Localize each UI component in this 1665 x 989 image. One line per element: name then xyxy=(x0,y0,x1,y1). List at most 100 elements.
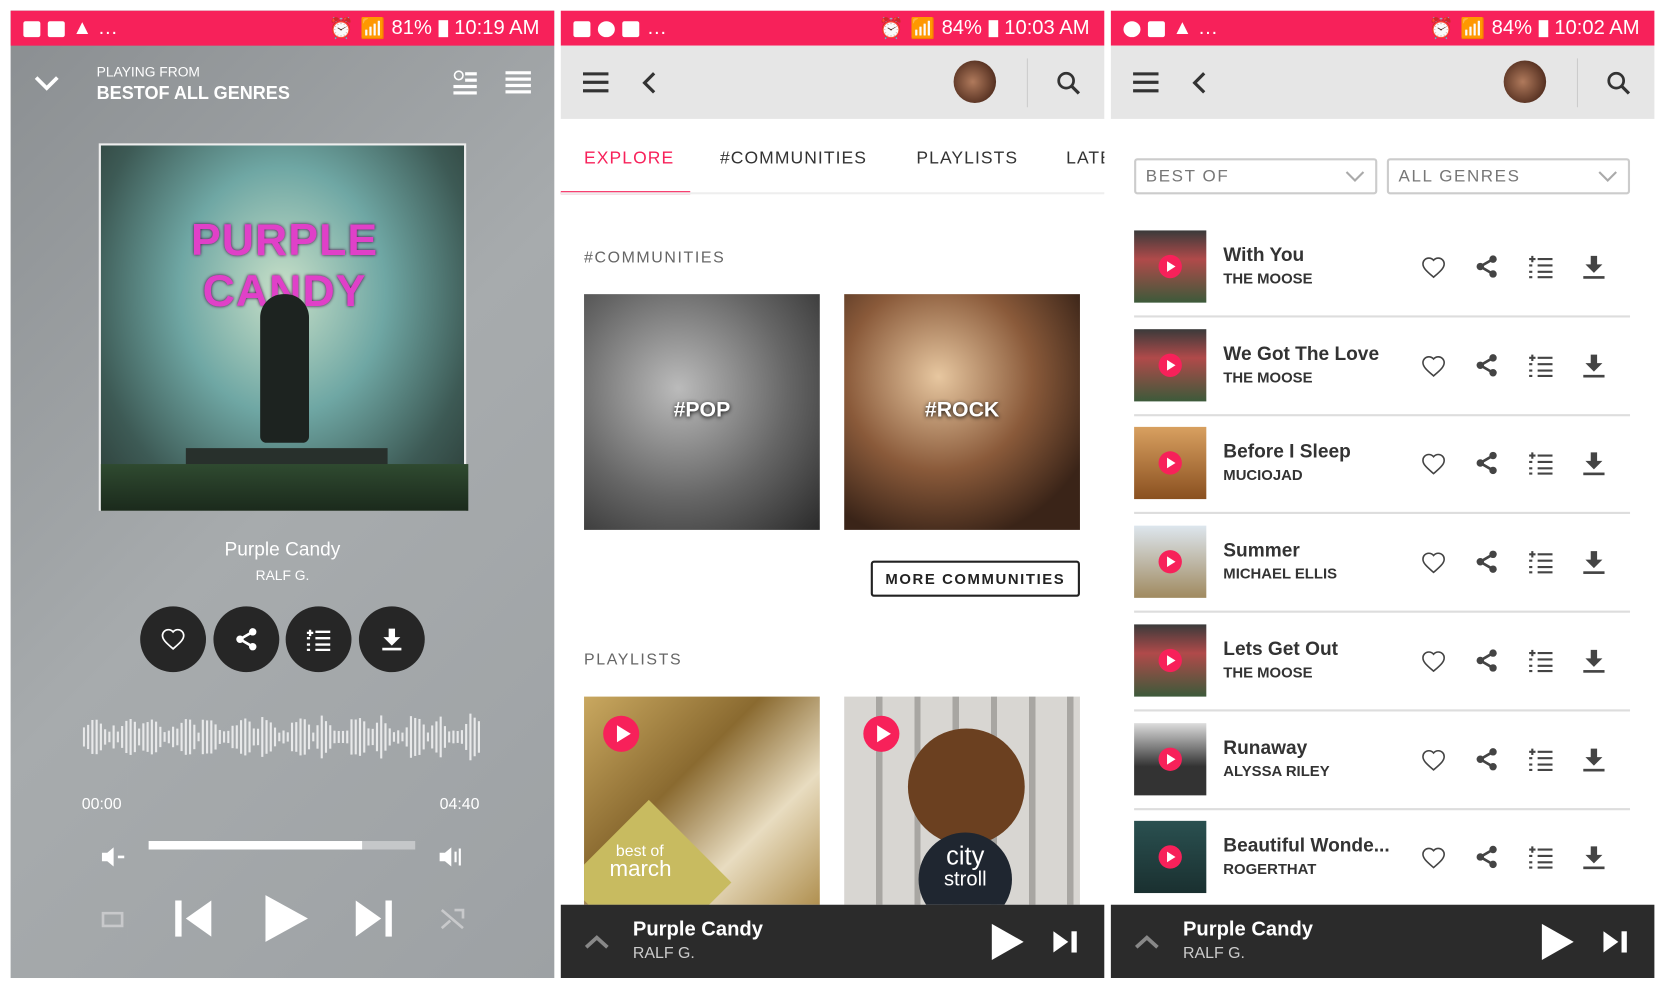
share-button[interactable] xyxy=(213,606,280,673)
download-icon[interactable] xyxy=(1581,844,1606,870)
community-tile-pop[interactable]: #POP xyxy=(584,294,820,530)
share-icon[interactable] xyxy=(1474,844,1499,869)
user-avatar[interactable] xyxy=(1503,60,1547,104)
add-to-queue-button[interactable] xyxy=(285,606,352,673)
play-icon[interactable] xyxy=(990,922,1026,962)
track-row[interactable]: Runaway ALYSSA RILEY xyxy=(1134,711,1631,810)
tab-explore[interactable]: EXPLORE xyxy=(584,149,674,169)
download-button[interactable] xyxy=(358,606,425,673)
search-icon[interactable] xyxy=(1057,71,1080,95)
track-row[interactable]: Summer MICHAEL ELLIS xyxy=(1134,514,1631,613)
waveform-seekbar[interactable] xyxy=(82,706,482,768)
track-thumbnail[interactable] xyxy=(1134,525,1207,598)
heart-icon[interactable] xyxy=(1420,648,1448,673)
track-row[interactable]: With You THE MOOSE xyxy=(1134,219,1631,318)
share-icon[interactable] xyxy=(1474,451,1499,476)
more-communities-button[interactable]: MORE COMMUNITIES xyxy=(870,560,1080,597)
add-to-queue-icon[interactable] xyxy=(1528,254,1553,279)
back-arrow-icon[interactable] xyxy=(641,71,656,94)
favorite-button[interactable] xyxy=(140,606,207,673)
track-thumbnail[interactable] xyxy=(1134,328,1207,402)
track-row[interactable]: Beautiful Wonde... ROGERTHAT xyxy=(1134,809,1631,909)
play-playlist-icon[interactable] xyxy=(603,715,640,752)
tab-playlists[interactable]: PLAYLISTS xyxy=(916,149,1018,169)
play-track-icon[interactable] xyxy=(1158,845,1182,869)
waveform-bar xyxy=(222,731,226,743)
add-to-queue-icon[interactable] xyxy=(1528,549,1553,574)
play-track-icon[interactable] xyxy=(1158,353,1182,377)
download-icon[interactable] xyxy=(1581,549,1606,575)
download-icon[interactable] xyxy=(1581,746,1606,771)
track-thumbnail[interactable] xyxy=(1134,722,1207,795)
track-thumbnail[interactable] xyxy=(1134,821,1207,894)
play-track-icon[interactable] xyxy=(1158,451,1182,476)
hamburger-menu-icon[interactable] xyxy=(1133,72,1159,93)
previous-track-icon[interactable] xyxy=(173,898,213,938)
download-icon[interactable] xyxy=(1581,254,1606,279)
share-icon[interactable] xyxy=(1474,254,1499,279)
add-to-queue-icon[interactable] xyxy=(1528,648,1553,673)
track-row[interactable]: We Got The Love THE MOOSE xyxy=(1134,317,1631,416)
community-tile-rock[interactable]: #ROCK xyxy=(844,294,1080,530)
track-thumbnail[interactable] xyxy=(1134,230,1207,303)
expand-chevron-icon[interactable] xyxy=(1134,934,1159,949)
queue-list-icon[interactable] xyxy=(505,71,531,94)
share-icon[interactable] xyxy=(1474,746,1499,771)
waveform-bar xyxy=(363,721,366,753)
hamburger-menu-icon[interactable] xyxy=(582,72,609,93)
add-to-queue-icon[interactable] xyxy=(1528,844,1553,869)
track-artist: ALYSSA RILEY xyxy=(1223,761,1330,779)
add-to-queue-icon[interactable] xyxy=(1528,746,1553,771)
play-track-icon[interactable] xyxy=(1158,254,1182,279)
genre-dropdown[interactable]: ALL GENRES xyxy=(1386,158,1631,195)
mini-player[interactable]: Purple Candy RALF G. xyxy=(560,904,1105,979)
playing-source[interactable]: BESTOF ALL GENRES xyxy=(97,83,290,104)
user-avatar[interactable] xyxy=(953,60,997,104)
track-thumbnail[interactable] xyxy=(1134,624,1207,697)
heart-icon[interactable] xyxy=(1420,549,1448,574)
heart-icon[interactable] xyxy=(1420,451,1448,476)
add-to-queue-icon[interactable] xyxy=(1528,451,1553,476)
heart-icon[interactable] xyxy=(1420,746,1448,771)
heart-icon[interactable] xyxy=(1420,352,1448,377)
play-icon[interactable] xyxy=(1540,922,1576,962)
volume-slider[interactable] xyxy=(148,841,416,850)
tab-latest[interactable]: LATE xyxy=(1066,149,1104,169)
mini-player[interactable]: Purple Candy RALF G. xyxy=(1110,904,1655,979)
back-arrow-icon[interactable] xyxy=(1191,71,1206,94)
track-thumbnail[interactable] xyxy=(1134,427,1207,500)
track-row[interactable]: Before I Sleep MUCIOJAD xyxy=(1134,416,1631,515)
play-icon[interactable] xyxy=(261,892,310,945)
expand-chevron-icon[interactable] xyxy=(584,934,609,949)
next-track-icon[interactable] xyxy=(1601,929,1629,954)
share-icon[interactable] xyxy=(1474,549,1499,574)
next-track-icon[interactable] xyxy=(1051,929,1079,954)
share-icon[interactable] xyxy=(1474,648,1499,673)
play-playlist-icon[interactable] xyxy=(863,715,900,752)
collapse-chevron-icon[interactable] xyxy=(34,74,59,91)
heart-icon[interactable] xyxy=(1420,844,1448,869)
play-track-icon[interactable] xyxy=(1158,747,1182,771)
playlist-tile-city-stroll[interactable]: city stroll xyxy=(844,696,1080,905)
shuffle-icon[interactable] xyxy=(440,907,465,930)
next-track-icon[interactable] xyxy=(354,898,394,938)
battery-level: 81% xyxy=(391,16,432,40)
history-queue-icon[interactable] xyxy=(452,70,477,95)
play-track-icon[interactable] xyxy=(1158,550,1182,574)
chevron-down-icon xyxy=(1345,171,1365,183)
playlist-tile-best-of-march[interactable]: best of march xyxy=(584,696,820,905)
download-icon[interactable] xyxy=(1581,451,1606,476)
repeat-icon[interactable] xyxy=(100,907,128,930)
period-dropdown[interactable]: BEST OF xyxy=(1134,158,1378,195)
add-to-queue-icon[interactable] xyxy=(1528,352,1553,377)
download-icon[interactable] xyxy=(1581,648,1606,673)
track-row[interactable]: Lets Get Out THE MOOSE xyxy=(1134,613,1631,712)
search-icon[interactable] xyxy=(1607,71,1631,95)
mini-player-artist: RALF G. xyxy=(1182,944,1245,963)
play-track-icon[interactable] xyxy=(1158,648,1182,672)
share-icon[interactable] xyxy=(1474,352,1499,377)
download-icon[interactable] xyxy=(1581,352,1606,378)
signal-icon: 📶 xyxy=(360,18,386,41)
tab-communities[interactable]: #COMMUNITIES xyxy=(720,149,867,169)
heart-icon[interactable] xyxy=(1420,254,1448,279)
